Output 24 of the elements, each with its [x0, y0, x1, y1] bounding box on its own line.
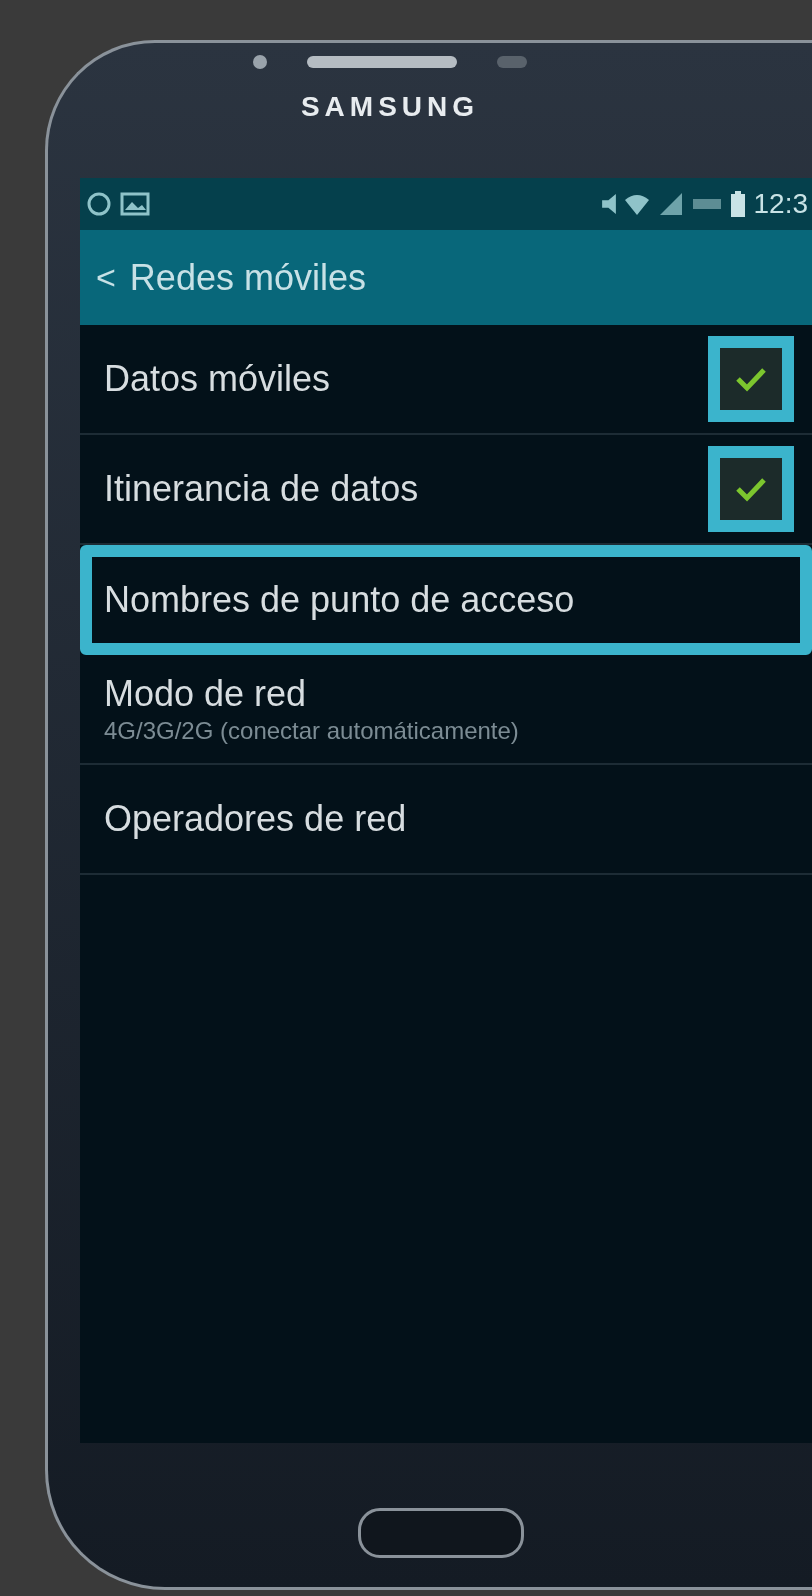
checkbox[interactable]: [708, 336, 794, 422]
settings-row[interactable]: Operadores de red: [80, 765, 812, 875]
settings-row[interactable]: Datos móviles: [80, 325, 812, 435]
screen-title: Redes móviles: [129, 256, 366, 299]
sensor-icon: [497, 56, 527, 68]
chat-icon: [86, 191, 112, 217]
settings-row[interactable]: Itinerancia de datos: [80, 435, 812, 545]
checkbox[interactable]: [708, 446, 794, 532]
setting-label: Nombres de punto de acceso: [104, 579, 575, 621]
setting-label: Operadores de red: [104, 798, 407, 840]
back-button[interactable]: <: [92, 258, 120, 297]
brand-logo: SAMSUNG: [300, 91, 480, 123]
settings-row[interactable]: Nombres de punto de acceso: [80, 545, 812, 655]
status-time: 12:3: [753, 188, 808, 220]
setting-label: Modo de red: [104, 673, 308, 715]
setting-label: Datos móviles: [104, 358, 331, 400]
home-button[interactable]: [358, 1508, 524, 1558]
battery-icon: [729, 190, 746, 218]
settings-row[interactable]: Modo de red 4G/3G/2G (conectar automáticamente): [80, 655, 812, 765]
setting-summary: 4G/3G/2G (conectar automáticamente): [104, 717, 519, 745]
mute-icon: [601, 194, 616, 214]
camera-icon: [253, 55, 267, 69]
image-icon: [120, 192, 150, 216]
setting-label: Itinerancia de datos: [104, 468, 419, 510]
